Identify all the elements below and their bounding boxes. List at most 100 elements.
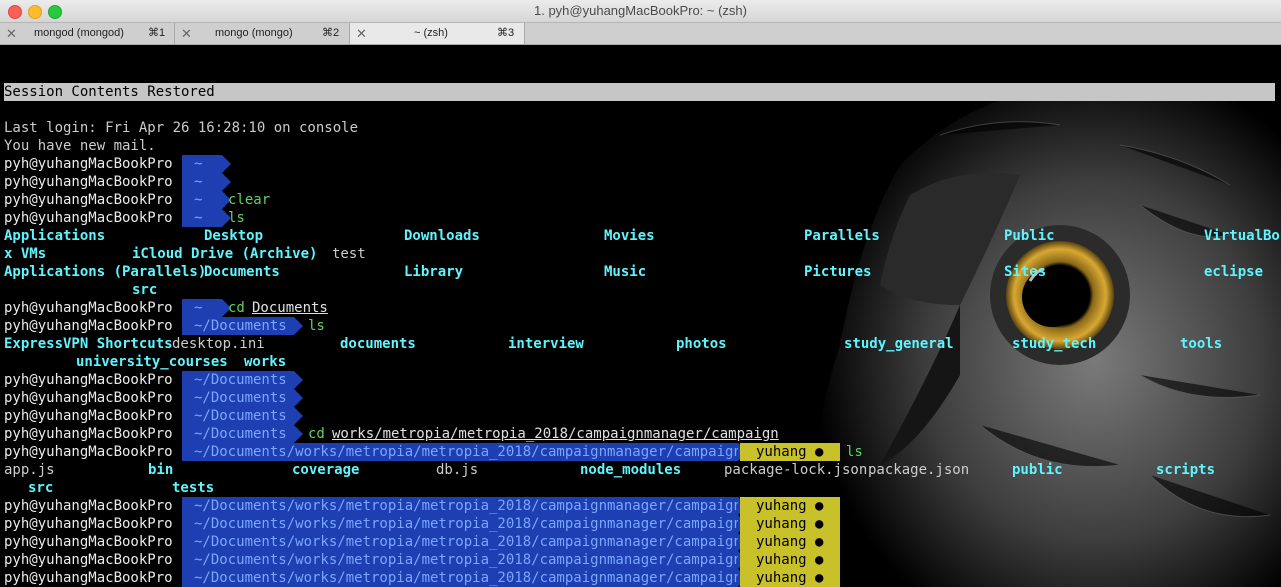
prompt-segment-arrow [294,389,303,407]
tab-bar: ✕ mongod (mongod) ⌘1 ✕ mongo (mongo) ⌘2 … [0,23,1281,45]
ls-output-row: src tests [4,479,214,497]
close-tab-icon[interactable]: ✕ [181,23,192,44]
prompt-segment-arrow [294,425,303,443]
tab-shortcut: ⌘3 [497,27,515,39]
last-login-line: Last login: Fri Apr 26 16:28:10 on conso… [4,120,359,136]
ls-entry: bin [148,462,174,478]
ls-entry: study_tech [1012,336,1097,352]
prompt-line: pyh@yuhangMacBookPro ~/Documents [4,389,303,407]
prompt-dir: ~/Documents/works/metropia/metropia_2018… [182,533,742,551]
ls-entry: Downloads [404,228,480,244]
prompt-segment-arrow [294,407,303,425]
ls-entry: x VMs [4,246,47,262]
ls-entry: eclipse [1204,264,1264,280]
prompt-user: pyh@yuhangMacBookPro [4,155,180,173]
close-window-button[interactable] [8,5,22,19]
ls-entry: package-lock.json [724,462,868,478]
ls-entry: package.json [868,462,970,478]
close-tab-icon[interactable]: ✕ [356,23,367,44]
prompt-line: pyh@yuhangMacBookPro ~ [4,155,231,173]
ls-output-row: app.js bin coverage db.js node_modules p… [4,461,1215,479]
prompt-line: pyh@yuhangMacBookPro ~ cd Documents [4,299,328,317]
prompt-dir: ~/Documents/works/metropia/metropia_2018… [182,515,742,533]
ls-entry: interview [508,336,584,352]
prompt-user: pyh@yuhangMacBookPro [4,569,180,587]
prompt-line: pyh@yuhangMacBookPro ~/Documents/works/m… [4,443,863,461]
prompt-line: pyh@yuhangMacBookPro ~ clear [4,191,270,209]
minimize-window-button[interactable] [28,5,42,19]
prompt-segment-arrow [824,551,833,569]
prompt-user: pyh@yuhangMacBookPro [4,407,180,425]
ls-entry: Movies [604,228,655,244]
prompt-dir: ~/Documents/works/metropia/metropia_2018… [182,551,742,569]
ls-output-row: x VMs iCloud Drive (Archive) test [4,245,366,263]
prompt-user: pyh@yuhangMacBookPro [4,173,180,191]
prompt-dir: ~/Documents [182,407,294,425]
prompt-line: pyh@yuhangMacBookPro ~/Documents ls [4,317,325,335]
ls-entry: Desktop [204,228,264,244]
ls-entry: Library [404,264,464,280]
ls-output-row: university_courses works [4,353,286,371]
ls-output-row: Applications Desktop Downloads Movies Pa… [4,227,1280,245]
ls-entry: src [28,480,54,496]
ls-entry: Applications (Parallels) [4,264,207,280]
ls-output-row: src [4,281,157,299]
prompt-dir: ~ [182,173,222,191]
ls-entry: Applications [4,228,106,244]
terminal-content[interactable]: Session Contents Restored Last login: Fr… [0,45,1281,587]
prompt-user: pyh@yuhangMacBookPro [4,551,180,569]
prompt-dir: ~ [182,209,222,227]
prompt-line: pyh@yuhangMacBookPro ~/Documents/works/m… [4,497,840,515]
prompt-dir: ~/Documents [182,371,294,389]
prompt-dir: ~ [182,155,222,173]
ls-entry: src [132,282,158,298]
command-text: clear [228,192,271,208]
prompt-dir: ~/Documents [182,317,294,335]
ls-entry: Public [1004,228,1055,244]
prompt-dir: ~/Documents/works/metropia/metropia_2018… [182,569,742,587]
prompt-user: pyh@yuhangMacBookPro [4,191,180,209]
prompt-dir: ~/Documents [182,389,294,407]
prompt-line: pyh@yuhangMacBookPro ~/Documents/works/m… [4,533,840,551]
ls-entry: app.js [4,462,55,478]
tab-zsh[interactable]: ✕ ~ (zsh) ⌘3 [350,23,525,44]
ls-entry: Pictures [804,264,872,280]
prompt-user: pyh@yuhangMacBookPro [4,515,180,533]
prompt-line: pyh@yuhangMacBookPro ~/Documents [4,407,303,425]
prompt-segment-arrow [294,371,303,389]
prompt-dir: ~/Documents [182,425,294,443]
title-bar: 1. pyh@yuhangMacBookPro: ~ (zsh) [0,0,1281,23]
ls-entry: scripts [1156,462,1216,478]
ls-entry: node_modules [580,462,682,478]
tab-mongod[interactable]: ✕ mongod (mongod) ⌘1 [0,23,175,44]
prompt-user: pyh@yuhangMacBookPro [4,497,180,515]
window-title: 1. pyh@yuhangMacBookPro: ~ (zsh) [534,3,747,18]
prompt-dir: ~ [182,299,222,317]
ls-entry: test [332,246,366,262]
ls-entry: db.js [436,462,479,478]
ls-entry: Parallels [804,228,880,244]
command-text: cd [308,426,325,442]
close-tab-icon[interactable]: ✕ [6,23,17,44]
ls-entry: photos [676,336,727,352]
ls-entry: desktop.ini [172,336,265,352]
terminal-window: 1. pyh@yuhangMacBookPro: ~ (zsh) ✕ mongo… [0,0,1281,587]
prompt-segment-arrow [824,443,833,461]
prompt-user: pyh@yuhangMacBookPro [4,317,180,335]
prompt-user: pyh@yuhangMacBookPro [4,533,180,551]
ls-entry: university_courses [76,354,228,370]
session-restored-banner: Session Contents Restored [4,83,1275,101]
prompt-line: pyh@yuhangMacBookPro ~/Documents/works/m… [4,551,840,569]
command-argument: Documents [252,300,328,316]
ls-entry: coverage [292,462,360,478]
ls-entry: works [244,354,287,370]
prompt-line: pyh@yuhangMacBookPro ~/Documents cd work… [4,425,779,443]
ls-entry: tools [1180,336,1223,352]
ls-entry: iCloud Drive (Archive) [132,246,318,262]
tab-mongo[interactable]: ✕ mongo (mongo) ⌘2 [175,23,350,44]
zoom-window-button[interactable] [48,5,62,19]
prompt-segment-arrow [824,515,833,533]
prompt-dir: ~/Documents/works/metropia/metropia_2018… [182,443,742,461]
command-text: ls [308,318,325,334]
ls-entry: public [1012,462,1063,478]
